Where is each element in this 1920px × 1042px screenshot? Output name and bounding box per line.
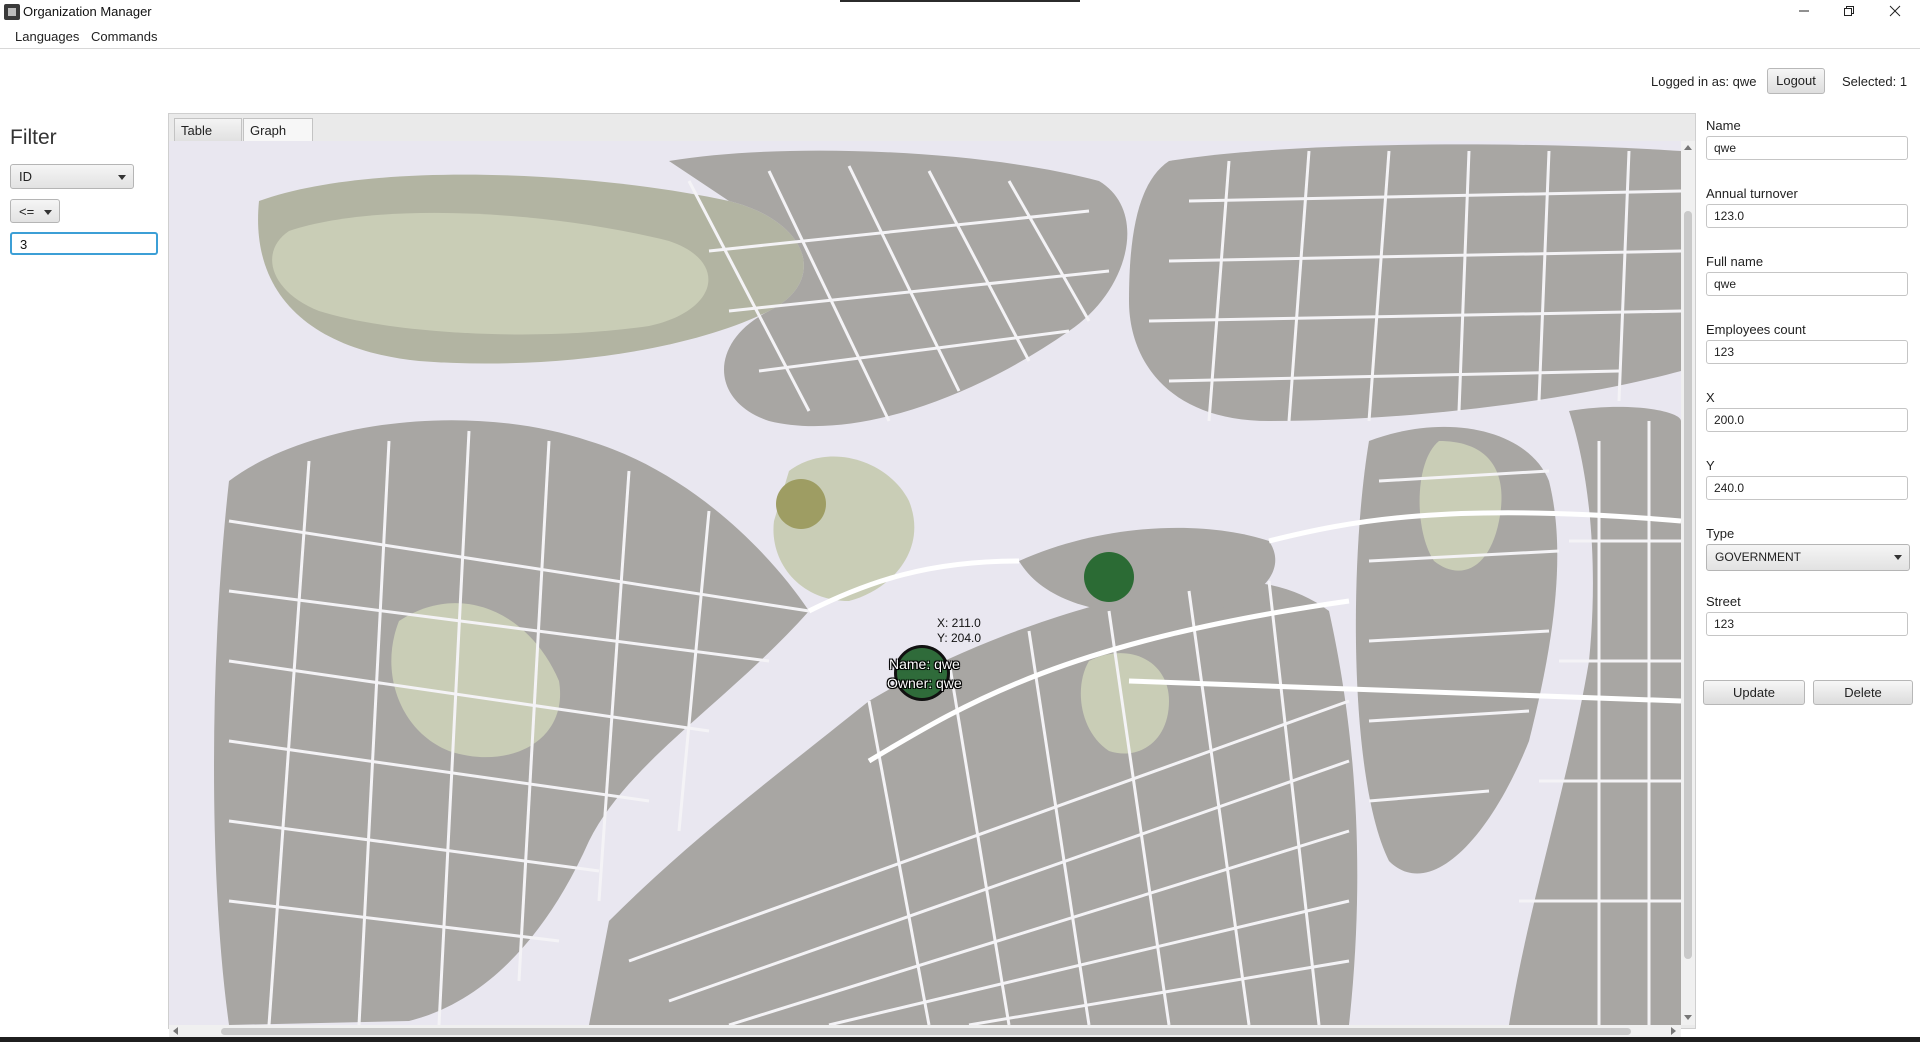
map-canvas[interactable]: X: 211.0 Y: 204.0 Name: qwe Owner: qwe [169,141,1681,1025]
close-icon[interactable] [1872,0,1918,22]
title-bar: Organization Manager [0,0,1920,24]
marker-x-label: X: 211.0 [937,616,981,630]
vertical-scrollbar[interactable] [1681,141,1695,1025]
city-map [169,141,1681,1025]
marker-organization[interactable] [1084,552,1134,602]
filter-operator-select[interactable]: <= [10,199,60,223]
y-input[interactable]: 240.0 [1706,476,1908,500]
filter-field-select[interactable]: ID [10,164,134,189]
type-label: Type [1706,526,1735,541]
name-input[interactable]: qwe [1706,136,1908,160]
marker-owner-label: Owner: qwe [887,675,962,691]
logout-button[interactable]: Logout [1767,68,1825,94]
filter-value-input[interactable]: 3 [10,232,158,255]
employees-count-label: Employees count [1706,322,1806,337]
annual-turnover-label: Annual turnover [1706,186,1798,201]
full-name-label: Full name [1706,254,1764,269]
logged-in-text: Logged in as: qwe [1651,74,1757,89]
marker-name-label: Name: qwe [889,656,960,672]
menu-languages[interactable]: Languages [15,29,79,44]
restore-icon[interactable] [1826,0,1872,22]
type-select[interactable]: GOVERNMENT [1706,544,1910,571]
marker-organization[interactable] [776,479,826,529]
full-name-input[interactable]: qwe [1706,272,1908,296]
scroll-down-icon[interactable] [1684,1015,1692,1020]
minimize-icon[interactable] [1781,0,1827,22]
filter-operator-value: <= [19,204,35,219]
window-title: Organization Manager [23,4,152,19]
menu-commands[interactable]: Commands [91,29,157,44]
menu-bar: Languages Commands [0,24,1920,49]
filter-field-value: ID [19,169,32,184]
street-label: Street [1706,594,1741,609]
chevron-down-icon [1894,555,1902,560]
annual-turnover-input[interactable]: 123.0 [1706,204,1908,228]
x-input[interactable]: 200.0 [1706,408,1908,432]
chevron-down-icon [118,175,126,180]
scrollbar-thumb[interactable] [1684,211,1692,959]
street-input[interactable]: 123 [1706,612,1908,636]
tab-graph-view[interactable]: Graph view [243,118,313,161]
filter-title: Filter [10,126,57,149]
scroll-right-icon[interactable] [1671,1027,1676,1035]
employees-count-input[interactable]: 123 [1706,340,1908,364]
window-bottom-edge [0,1037,1920,1042]
type-value: GOVERNMENT [1715,550,1802,564]
tab-table-view[interactable]: Table view [174,118,242,161]
app-icon [4,4,20,20]
scroll-left-icon[interactable] [173,1027,178,1035]
scroll-up-icon[interactable] [1684,145,1692,150]
update-button[interactable]: Update [1703,680,1805,705]
delete-button[interactable]: Delete [1813,680,1913,705]
selected-count: Selected: 1 [1842,74,1908,89]
name-label: Name [1706,118,1741,133]
title-progress-line [840,0,1080,2]
x-label: X [1706,390,1715,405]
marker-y-label: Y: 204.0 [937,631,982,645]
chevron-down-icon [44,210,52,215]
scrollbar-thumb[interactable] [221,1028,1631,1035]
y-label: Y [1706,458,1715,473]
horizontal-scrollbar[interactable] [169,1025,1681,1037]
